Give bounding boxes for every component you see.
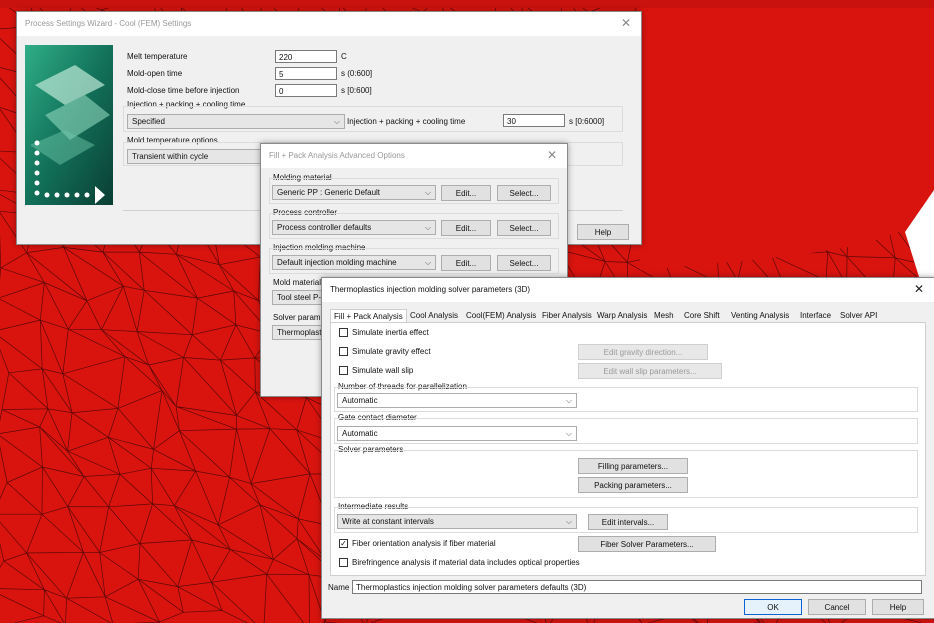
simulate-gravity-label: Simulate gravity effect (352, 347, 431, 356)
molding-material-select-button[interactable]: Select... (497, 185, 551, 201)
chevron-down-icon: ⌵ (565, 396, 572, 405)
fillpack-title: Fill + Pack Analysis Advanced Options (269, 151, 405, 160)
machine-select[interactable]: Default injection molding machine ⌵ (272, 255, 436, 270)
ipc-input[interactable]: 30 (503, 114, 565, 127)
process-controller-select-button[interactable]: Select... (497, 220, 551, 236)
machine-edit-button[interactable]: Edit... (441, 255, 491, 271)
chevron-down-icon: ⌵ (333, 117, 340, 126)
solver-titlebar: Thermoplastics injection molding solver … (322, 278, 934, 302)
tab-venting[interactable]: Venting Analysis (728, 309, 793, 323)
tab-mesh[interactable]: Mesh (651, 309, 677, 323)
simulate-wall-slip-checkbox[interactable] (339, 366, 348, 375)
mold-temp-select-value: Transient within cycle (132, 152, 209, 161)
threads-select[interactable]: Automatic ⌵ (337, 393, 577, 408)
fillpack-titlebar: Fill + Pack Analysis Advanced Options ✕ (261, 144, 567, 168)
chevron-down-icon: ⌵ (565, 429, 572, 438)
threads-value: Automatic (342, 396, 378, 405)
mold-close-input[interactable]: 0 (275, 84, 337, 97)
close-icon[interactable]: ✕ (547, 148, 557, 162)
wizard-illustration (25, 45, 113, 205)
mold-open-input[interactable]: 5 (275, 67, 337, 80)
cancel-button[interactable]: Cancel (808, 599, 866, 615)
tab-warp[interactable]: Warp Analysis (594, 309, 651, 323)
mold-temp-select[interactable]: Transient within cycle (127, 149, 265, 164)
process-controller-select[interactable]: Process controller defaults ⌵ (272, 220, 436, 235)
ok-button[interactable]: OK (744, 599, 802, 615)
simulate-gravity-checkbox[interactable] (339, 347, 348, 356)
solver-params-label: Solver parame (273, 313, 326, 322)
solver-title: Thermoplastics injection molding solver … (330, 285, 531, 294)
melt-temp-input[interactable]: 220 (275, 50, 337, 63)
filling-params-button[interactable]: Filling parameters... (578, 458, 688, 474)
simulate-inertia-checkbox[interactable] (339, 328, 348, 337)
ipc-unit: s [0:6000] (569, 117, 605, 126)
wizard-titlebar: Process Settings Wizard - Cool (FEM) Set… (17, 12, 641, 36)
tab-interface[interactable]: Interface (797, 309, 835, 323)
ipc-field-label: Injection + packing + cooling time (347, 117, 466, 126)
intermediate-value: Write at constant intervals (342, 517, 434, 526)
fiber-orientation-checkbox[interactable]: ✓ (339, 539, 348, 548)
intermediate-select[interactable]: Write at constant intervals ⌵ (337, 514, 577, 529)
solver-params-value: Thermoplastic (277, 328, 328, 337)
name-label: Name (328, 583, 350, 592)
mold-open-label: Mold-open time (127, 69, 183, 78)
mold-material-label: Mold material (273, 278, 322, 287)
simulate-inertia-label: Simulate inertia effect (352, 328, 429, 337)
name-input[interactable]: Thermoplastics injection molding solver … (352, 580, 922, 594)
tab-core-shift[interactable]: Core Shift (681, 309, 723, 323)
packing-params-button[interactable]: Packing parameters... (578, 477, 688, 493)
edit-gravity-button[interactable]: Edit gravity direction... (578, 344, 708, 360)
molding-material-edit-button[interactable]: Edit... (441, 185, 491, 201)
tab-cool[interactable]: Cool Analysis (407, 309, 462, 323)
birefringence-label: Birefringence analysis if material data … (352, 558, 580, 567)
mold-close-label: Mold-close time before injection (127, 86, 240, 95)
wizard-title: Process Settings Wizard - Cool (FEM) Set… (25, 19, 192, 28)
tab-cool-fem[interactable]: Cool(FEM) Analysis (463, 309, 540, 323)
chevron-down-icon: ⌵ (424, 188, 431, 197)
ipc-select[interactable]: Specified ⌵ (127, 114, 345, 129)
machine-select-button[interactable]: Select... (497, 255, 551, 271)
birefringence-checkbox[interactable] (339, 558, 348, 567)
melt-temp-unit: C (341, 52, 347, 61)
solver-parameters-dialog: Thermoplastics injection molding solver … (321, 277, 934, 619)
molding-material-value: Generic PP : Generic Default (277, 188, 381, 197)
process-controller-value: Process controller defaults (277, 223, 372, 232)
chevron-down-icon: ⌵ (424, 258, 431, 267)
edit-intervals-button[interactable]: Edit intervals... (588, 514, 668, 530)
tab-fill-pack[interactable]: Fill + Pack Analysis (330, 309, 407, 323)
gate-select[interactable]: Automatic ⌵ (337, 426, 577, 441)
mold-open-unit: s (0:600] (341, 69, 373, 78)
melt-temp-label: Melt temperature (127, 52, 188, 61)
process-controller-edit-button[interactable]: Edit... (441, 220, 491, 236)
mold-close-unit: s [0:600] (341, 86, 372, 95)
fiber-solver-params-button[interactable]: Fiber Solver Parameters... (578, 536, 716, 552)
mold-material-value: Tool steel P- (277, 293, 322, 302)
fiber-orientation-label: Fiber orientation analysis if fiber mate… (352, 539, 496, 548)
molding-material-select[interactable]: Generic PP : Generic Default ⌵ (272, 185, 436, 200)
gate-value: Automatic (342, 429, 378, 438)
help-button[interactable]: Help (872, 599, 924, 615)
simulate-wall-slip-label: Simulate wall slip (352, 366, 414, 375)
chevron-down-icon: ⌵ (565, 517, 572, 526)
close-icon[interactable]: ✕ (621, 16, 631, 30)
edit-wall-slip-button[interactable]: Edit wall slip parameters... (578, 363, 722, 379)
tab-fiber[interactable]: Fiber Analysis (539, 309, 595, 323)
help-button[interactable]: Help (577, 224, 629, 240)
chevron-down-icon: ⌵ (424, 223, 431, 232)
tab-solver-api[interactable]: Solver API (837, 309, 881, 323)
close-icon[interactable]: ✕ (914, 282, 924, 296)
machine-value: Default injection molding machine (277, 258, 397, 267)
ipc-select-value: Specified (132, 117, 165, 126)
